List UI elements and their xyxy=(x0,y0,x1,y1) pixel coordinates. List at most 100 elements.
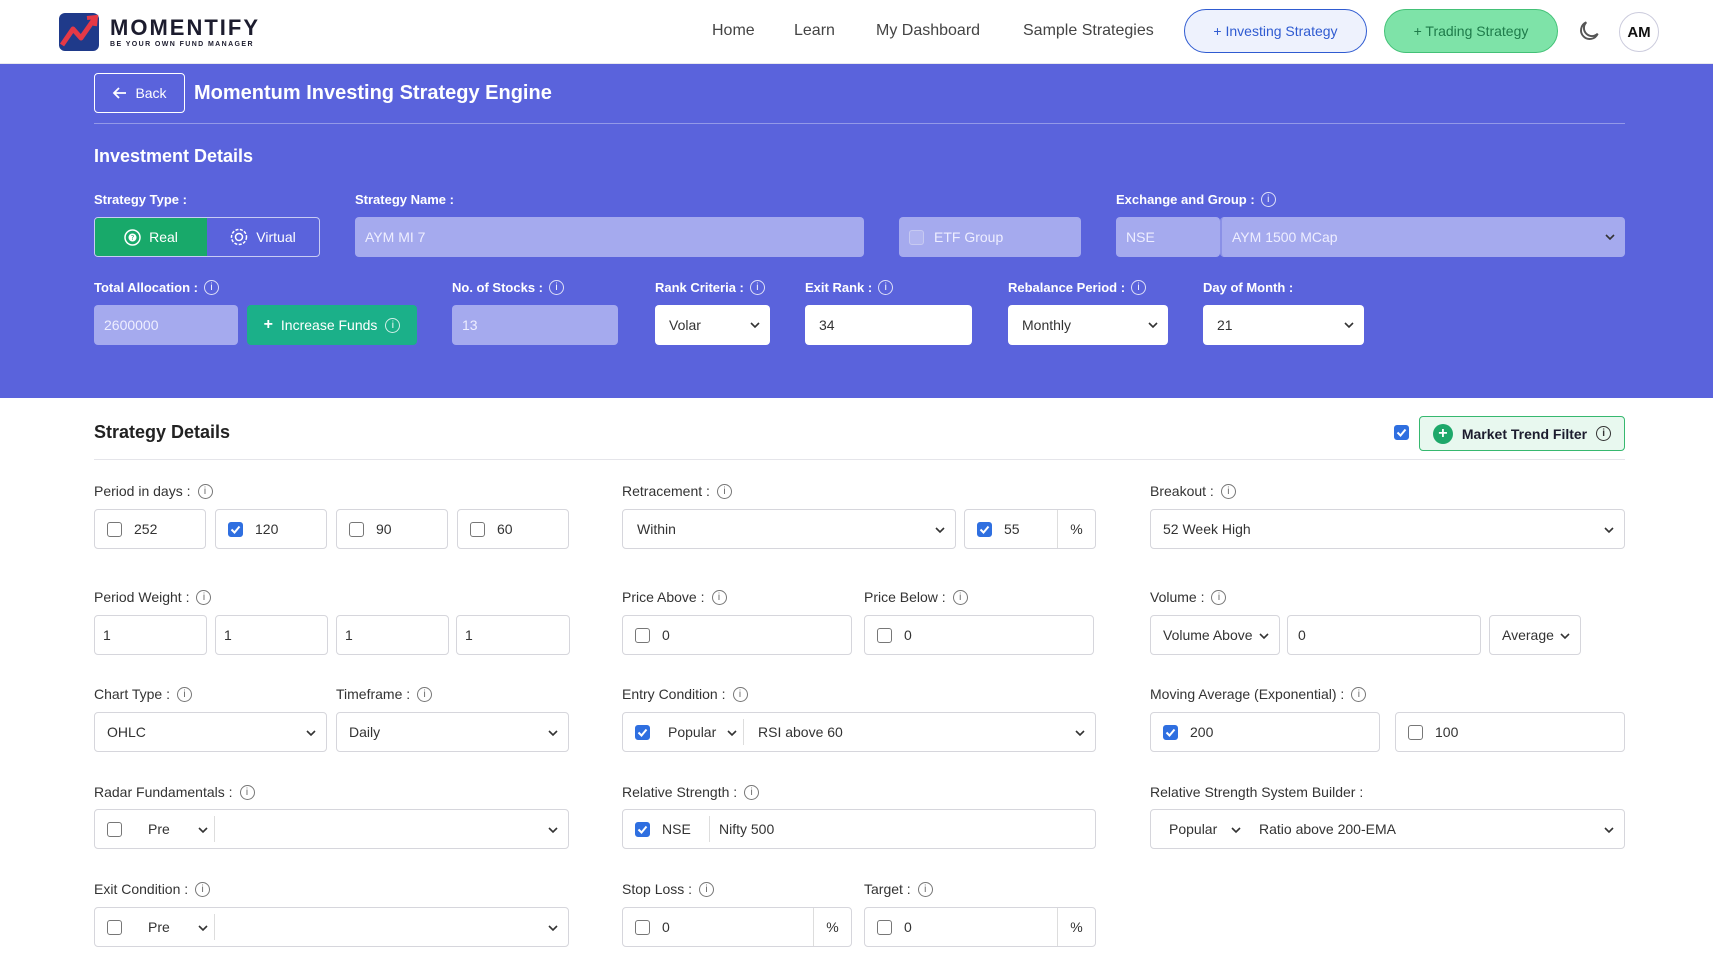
price-above-input[interactable]: 0 xyxy=(622,615,852,655)
group-select[interactable]: AYM 1500 MCap xyxy=(1220,217,1625,257)
rs-system-builder-field[interactable]: Popular Ratio above 200-EMA xyxy=(1150,809,1625,849)
checkbox-checked-icon xyxy=(228,521,243,537)
moon-icon[interactable] xyxy=(1576,18,1602,44)
checkbox-icon xyxy=(107,521,122,537)
exit-condition-label: Exit Condition :i xyxy=(94,881,211,897)
volume-value-input[interactable]: 0 xyxy=(1287,615,1481,655)
rs-index[interactable]: Nifty 500 xyxy=(719,821,774,837)
market-trend-filter-button[interactable]: + Market Trend Filter i xyxy=(1419,416,1625,451)
period-weight-1-input[interactable]: 1 xyxy=(94,615,207,655)
total-allocation-input[interactable]: 2600000 xyxy=(94,305,238,345)
exit-condition-field[interactable]: Pre xyxy=(94,907,569,947)
period-weight-3-input[interactable]: 1 xyxy=(336,615,449,655)
strategy-type-virtual[interactable]: Virtual xyxy=(207,218,319,256)
moving-average-100-input[interactable]: 100 xyxy=(1395,712,1625,752)
info-icon: i xyxy=(1211,589,1227,605)
rsb-mode-select[interactable]: Popular xyxy=(1169,821,1217,837)
period-weight-4-input[interactable]: 1 xyxy=(456,615,570,655)
checkbox-icon xyxy=(1408,724,1423,740)
info-icon: i xyxy=(197,483,213,499)
investing-strategy-button[interactable]: + Investing Strategy xyxy=(1184,9,1367,53)
retracement-value-input[interactable]: 55 % xyxy=(964,509,1096,549)
period-120-checkbox[interactable]: 120 xyxy=(215,509,327,549)
nav-learn[interactable]: Learn xyxy=(794,22,835,40)
rs-system-builder-label: Relative Strength System Builder : xyxy=(1150,784,1364,800)
percent-suffix: % xyxy=(1057,908,1095,946)
stop-loss-label: Stop Loss :i xyxy=(622,881,715,897)
nav-my-dashboard[interactable]: My Dashboard xyxy=(876,22,980,40)
percent-suffix: % xyxy=(813,908,851,946)
chevron-down-icon xyxy=(750,322,760,329)
rsb-select[interactable]: Ratio above 200-EMA xyxy=(1259,821,1396,837)
price-below-input[interactable]: 0 xyxy=(864,615,1094,655)
arrow-left-icon xyxy=(113,87,127,99)
strategy-type-real[interactable]: ? Real xyxy=(95,218,207,256)
exchange-input[interactable]: NSE xyxy=(1116,217,1220,257)
relative-strength-field[interactable]: NSE Nifty 500 xyxy=(622,809,1096,849)
period-weight-2-input[interactable]: 1 xyxy=(215,615,328,655)
checkbox-checked-icon xyxy=(635,724,650,740)
period-252-checkbox[interactable]: 252 xyxy=(94,509,206,549)
period-90-checkbox[interactable]: 90 xyxy=(336,509,448,549)
retracement-select[interactable]: Within xyxy=(622,509,956,549)
rebalance-period-select[interactable]: Monthly xyxy=(1008,305,1168,345)
exit-rank-input[interactable]: 34 xyxy=(805,305,972,345)
entry-condition-select[interactable]: RSI above 60 xyxy=(758,724,843,740)
user-avatar[interactable]: AM xyxy=(1619,12,1659,52)
info-icon: i xyxy=(177,686,193,702)
svg-text:?: ? xyxy=(131,234,135,242)
radar-fundamentals-field[interactable]: Pre xyxy=(94,809,569,849)
page-title: Momentum Investing Strategy Engine xyxy=(194,82,552,104)
nav-sample-strategies[interactable]: Sample Strategies xyxy=(1023,22,1154,40)
period-weight-label: Period Weight :i xyxy=(94,589,212,605)
target-label: Target :i xyxy=(864,881,933,897)
chevron-down-icon xyxy=(1075,730,1085,737)
entry-mode-select[interactable]: Popular xyxy=(668,724,716,740)
info-icon: i xyxy=(195,881,211,897)
breakout-select[interactable]: 52 Week High xyxy=(1150,509,1625,549)
brand-tagline: BE YOUR OWN FUND MANAGER xyxy=(110,40,254,48)
increase-funds-button[interactable]: + Increase Funds i xyxy=(247,305,417,345)
brand-logo[interactable]: MOMENTIFY BE YOUR OWN FUND MANAGER xyxy=(58,12,260,52)
target-input[interactable]: 0 % xyxy=(864,907,1096,947)
stop-loss-input[interactable]: 0 % xyxy=(622,907,852,947)
no-of-stocks-label: No. of Stocks :i xyxy=(452,280,565,295)
info-icon: i xyxy=(204,280,219,295)
checkbox-checked-icon xyxy=(635,821,650,837)
moving-average-200-input[interactable]: 200 xyxy=(1150,712,1380,752)
info-icon: i xyxy=(732,686,748,702)
entry-condition-label: Entry Condition :i xyxy=(622,686,748,702)
total-allocation-label: Total Allocation :i xyxy=(94,280,219,295)
timeframe-select[interactable]: Daily xyxy=(336,712,569,752)
back-button[interactable]: Back xyxy=(94,73,185,113)
exit-rank-label: Exit Rank :i xyxy=(805,280,894,295)
etf-group-checkbox[interactable]: ETF Group xyxy=(899,217,1081,257)
rs-exchange: NSE xyxy=(662,821,691,837)
info-icon: i xyxy=(749,280,765,295)
rank-criteria-select[interactable]: Volar xyxy=(655,305,770,345)
percent-suffix: % xyxy=(1057,510,1095,548)
strategy-name-label: Strategy Name : xyxy=(355,192,454,207)
day-of-month-select[interactable]: 21 xyxy=(1203,305,1364,345)
volume-type-select[interactable]: Volume Above xyxy=(1150,615,1280,655)
strategy-name-input[interactable]: AYM MI 7 xyxy=(355,217,864,257)
exit-mode-select[interactable]: Pre xyxy=(148,919,170,935)
chart-type-select[interactable]: OHLC xyxy=(94,712,327,752)
info-icon: i xyxy=(699,881,715,897)
trading-strategy-button[interactable]: + Trading Strategy xyxy=(1384,9,1558,53)
period-60-checkbox[interactable]: 60 xyxy=(457,509,569,549)
price-above-label: Price Above :i xyxy=(622,589,727,605)
relative-strength-label: Relative Strength :i xyxy=(622,784,760,800)
radar-mode-select[interactable]: Pre xyxy=(148,821,170,837)
entry-condition-field[interactable]: Popular RSI above 60 xyxy=(622,712,1096,752)
nav-home[interactable]: Home xyxy=(712,22,755,40)
no-of-stocks-input[interactable]: 13 xyxy=(452,305,618,345)
plus-circle-icon: + xyxy=(1432,423,1453,444)
volume-average-select[interactable]: Average xyxy=(1489,615,1581,655)
breakout-label: Breakout :i xyxy=(1150,483,1236,499)
chevron-down-icon xyxy=(1259,633,1269,640)
chevron-down-icon xyxy=(548,827,558,834)
strategy-type-toggle: ? Real Virtual xyxy=(94,217,320,257)
market-trend-checkbox[interactable] xyxy=(1394,425,1409,440)
back-label: Back xyxy=(135,85,167,101)
